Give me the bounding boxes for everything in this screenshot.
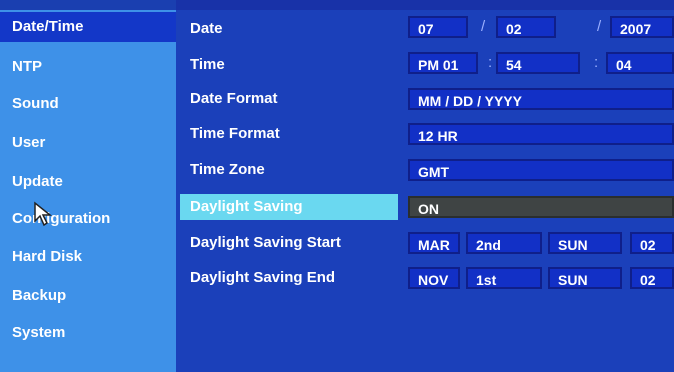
sidebar-item-ntp[interactable]: NTP (0, 52, 176, 82)
dst-start-week-field[interactable]: 2nd (466, 232, 542, 254)
date-format-label: Date Format (190, 90, 278, 107)
date-year-field[interactable]: 2007 (610, 16, 674, 38)
dst-end-day-field[interactable]: SUN (548, 267, 622, 289)
time-zone-select[interactable]: GMT (408, 159, 674, 181)
time-second-field[interactable]: 04 (606, 52, 674, 74)
sidebar-item-system[interactable]: System (0, 318, 176, 348)
dst-start-month-field[interactable]: MAR (408, 232, 460, 254)
time-format-label: Time Format (190, 125, 280, 142)
settings-window: Date/Time NTP Sound User Update Configur… (0, 0, 674, 372)
time-minute-field[interactable]: 54 (496, 52, 580, 74)
date-label: Date (190, 20, 223, 37)
dst-end-week-field[interactable]: 1st (466, 267, 542, 289)
time-separator: : (594, 54, 599, 71)
daylight-saving-label: Daylight Saving (190, 198, 303, 215)
date-separator: / (597, 18, 602, 35)
time-zone-label: Time Zone (190, 161, 265, 178)
dst-start-hour-field[interactable]: 02 (630, 232, 674, 254)
sidebar-item-user[interactable]: User (0, 128, 176, 158)
time-format-select[interactable]: 12 HR (408, 123, 674, 145)
dst-start-label: Daylight Saving Start (190, 234, 341, 251)
date-month-field[interactable]: 07 (408, 16, 468, 38)
date-separator: / (481, 18, 486, 35)
mouse-pointer-icon (34, 201, 53, 227)
dst-end-month-field[interactable]: NOV (408, 267, 460, 289)
main-top-bar (176, 0, 674, 10)
sidebar-top-bar (0, 0, 176, 10)
daylight-saving-select[interactable]: ON (408, 196, 674, 218)
sidebar-item-date-time[interactable]: Date/Time (0, 12, 176, 42)
date-day-field[interactable]: 02 (496, 16, 556, 38)
time-hour-field[interactable]: PM 01 (408, 52, 478, 74)
sidebar: Date/Time NTP Sound User Update Configur… (0, 0, 176, 372)
sidebar-item-hard-disk[interactable]: Hard Disk (0, 242, 176, 272)
sidebar-item-sound[interactable]: Sound (0, 89, 176, 119)
sidebar-item-backup[interactable]: Backup (0, 281, 176, 311)
sidebar-item-update[interactable]: Update (0, 167, 176, 197)
date-format-select[interactable]: MM / DD / YYYY (408, 88, 674, 110)
time-label: Time (190, 56, 225, 73)
sidebar-item-configuration[interactable]: Configuration (0, 204, 176, 234)
dst-end-hour-field[interactable]: 02 (630, 267, 674, 289)
dst-end-label: Daylight Saving End (190, 269, 336, 286)
time-separator: : (488, 54, 493, 71)
daylight-saving-row-highlight[interactable]: Daylight Saving (180, 194, 398, 220)
dst-start-day-field[interactable]: SUN (548, 232, 622, 254)
